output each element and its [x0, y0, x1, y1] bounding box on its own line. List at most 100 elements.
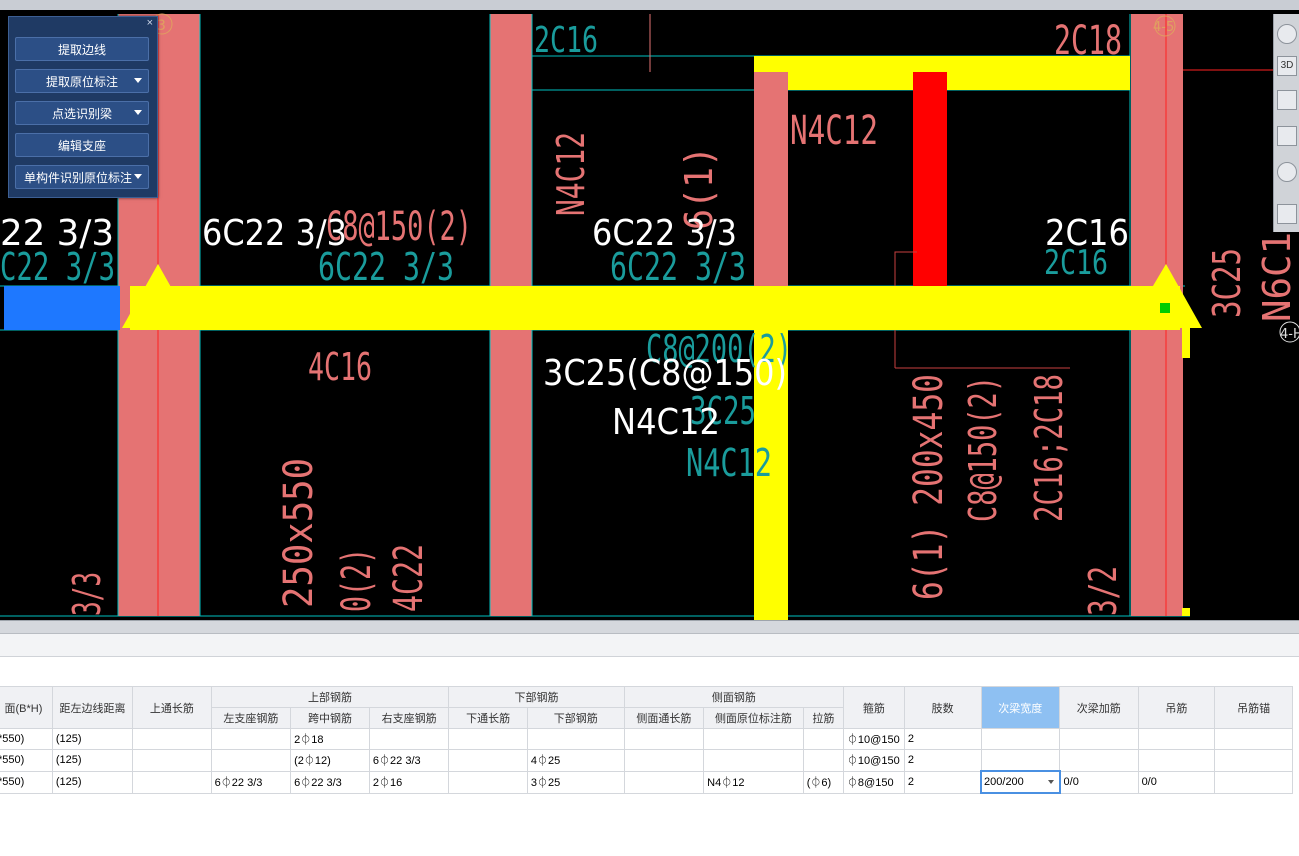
cell-sec-width[interactable] [980, 749, 1061, 772]
splitter[interactable] [0, 620, 1299, 634]
cell-bottom-through[interactable] [448, 770, 528, 794]
cell-stirrup[interactable]: ⏀8@150 [842, 770, 905, 794]
chevron-down-icon[interactable] [1047, 780, 1054, 784]
cell-hanger[interactable]: 0/0 [1137, 770, 1216, 794]
cell-sec-add[interactable] [1059, 749, 1139, 772]
cell-sec-add[interactable] [1059, 728, 1139, 750]
cell-hanger-anchor[interactable] [1214, 770, 1293, 794]
cell-top-through[interactable] [132, 728, 212, 750]
column-cap [913, 72, 947, 90]
col-header: 上通长筋 [132, 686, 212, 729]
beam-end [1182, 608, 1190, 616]
cad-label: 2C16;2C18 [1027, 374, 1071, 522]
cell-bottom-through[interactable] [448, 749, 528, 772]
cell-mid-span[interactable]: 6⏀22 3/3 [290, 770, 370, 794]
extract-edge-button[interactable]: 提取边线 [15, 37, 149, 61]
table-row[interactable]: *550) (125) 6⏀22 3/3 6⏀22 3/3 2⏀16 3⏀25 … [0, 770, 1293, 794]
col-header: 肢数 [903, 686, 982, 729]
layout-icon[interactable] [1277, 204, 1297, 224]
col-header: 侧面通长筋 [623, 707, 705, 729]
cell-bottom-through[interactable] [448, 728, 528, 750]
cell-legs[interactable]: 2 [903, 770, 982, 794]
cell-legs[interactable]: 2 [903, 749, 982, 772]
cell-offset[interactable]: (125) [51, 770, 134, 794]
column-cap [754, 72, 788, 90]
col-header: 侧面原位标注筋 [703, 707, 804, 729]
cell-mid-span[interactable]: (2⏀12) [290, 749, 370, 772]
cell-side-mark[interactable] [703, 728, 804, 750]
box-view-icon[interactable] [1277, 126, 1297, 146]
cell-stirrup[interactable]: ⏀10@150 [842, 749, 905, 772]
cell-tie[interactable] [802, 749, 844, 772]
beam-annotation[interactable]: 6C22 3/3 [202, 213, 347, 254]
cell-section[interactable]: *550) [0, 770, 53, 794]
cell-section[interactable]: *550) [0, 749, 53, 772]
cell-bottom-bar[interactable] [526, 728, 625, 750]
col-header: 吊筋锚 [1214, 686, 1293, 729]
cad-label: 2C16 [534, 20, 598, 61]
cell-section[interactable]: *550) [0, 728, 53, 750]
extract-annotation-button[interactable]: 提取原位标注 [15, 69, 149, 93]
button-label: 提取原位标注 [45, 74, 118, 89]
cell-side-mark[interactable]: N4⏀12 [703, 770, 804, 794]
view-3d-icon[interactable]: 3D [1277, 56, 1297, 76]
chevron-down-icon[interactable] [134, 110, 142, 115]
orbit-icon[interactable] [1277, 24, 1297, 44]
chevron-down-icon[interactable] [134, 174, 142, 179]
cell-top-through[interactable] [132, 749, 212, 772]
button-label: 单构件识别原位标注 [24, 170, 133, 185]
edit-support-button[interactable]: 编辑支座 [15, 133, 149, 157]
col-header-selected[interactable]: 次梁宽度 [980, 686, 1061, 729]
cell-side-through[interactable] [623, 770, 705, 794]
pick-recognize-beam-button[interactable]: 点选识别梁 [15, 101, 149, 125]
cad-label: N4C12 [686, 441, 772, 485]
cell-side-through[interactable] [623, 749, 705, 772]
col-header: 下通长筋 [448, 707, 528, 729]
group-header: 上部钢筋 [210, 686, 450, 708]
sec-width-dropdown[interactable]: 200/200 [980, 770, 1061, 794]
close-icon[interactable]: × [147, 17, 153, 29]
cell-mid-span[interactable]: 2⏀18 [290, 728, 370, 750]
cell-tie[interactable]: (⏀6) [802, 770, 844, 794]
col-header: 左支座钢筋 [210, 707, 292, 729]
cell-tie[interactable] [802, 728, 844, 750]
cell-sec-width[interactable] [980, 728, 1061, 750]
cell-left-support[interactable] [210, 749, 292, 772]
cad-label: 4C16 [308, 345, 372, 389]
beam-annotation[interactable]: N4C12 [612, 402, 720, 443]
cell-hanger-anchor[interactable] [1214, 749, 1293, 772]
cad-label: 3C25 [1205, 248, 1249, 318]
beam-annotation[interactable]: 22 3/3 [0, 213, 114, 254]
beam-annotation[interactable]: 3C25(C8@150) [543, 353, 787, 394]
cell-left-support[interactable] [210, 728, 292, 750]
selected-beam-vertical [913, 72, 947, 286]
cell-right-support[interactable]: 2⏀16 [368, 770, 450, 794]
grip-point[interactable] [1160, 303, 1170, 313]
cad-label: 0(2) [334, 548, 380, 612]
cell-side-mark[interactable] [703, 749, 804, 772]
cell-stirrup[interactable]: ⏀10@150 [842, 728, 905, 750]
cell-left-support[interactable]: 6⏀22 3/3 [210, 770, 292, 794]
cell-right-support[interactable]: 6⏀22 3/3 [368, 749, 450, 772]
beam-annotation[interactable]: 2C16 [1045, 213, 1129, 254]
cell-hanger-anchor[interactable] [1214, 728, 1293, 750]
cell-offset[interactable]: (125) [51, 749, 134, 772]
table-row[interactable]: *550) (125) (2⏀12) 6⏀22 3/3 4⏀25 ⏀10@150… [0, 749, 1293, 772]
cell-sec-add[interactable]: 0/0 [1059, 770, 1139, 794]
cell-bottom-bar[interactable]: 4⏀25 [526, 749, 625, 772]
single-member-annotation-button[interactable]: 单构件识别原位标注 [15, 165, 149, 189]
chevron-down-icon[interactable] [134, 78, 142, 83]
cell-right-support[interactable] [368, 728, 450, 750]
beam-annotation[interactable]: 6C22 3/3 [592, 213, 737, 254]
cell-offset[interactable]: (125) [51, 728, 134, 750]
cell-bottom-bar[interactable]: 3⏀25 [526, 770, 625, 794]
cell-side-through[interactable] [623, 728, 705, 750]
cell-legs[interactable]: 2 [903, 728, 982, 750]
cad-canvas[interactable]: C22 3/3 6C22 3/3 6C22 3/3 2C16 2C16 C8@2… [0, 0, 1299, 620]
rotate-icon[interactable] [1277, 162, 1297, 182]
cell-hanger[interactable] [1137, 728, 1216, 750]
view-cube-icon[interactable] [1277, 90, 1297, 110]
cell-top-through[interactable] [132, 770, 212, 794]
table-row[interactable]: *550) (125) 2⏀18 ⏀10@150 2 [0, 728, 1293, 750]
cell-hanger[interactable] [1137, 749, 1216, 772]
